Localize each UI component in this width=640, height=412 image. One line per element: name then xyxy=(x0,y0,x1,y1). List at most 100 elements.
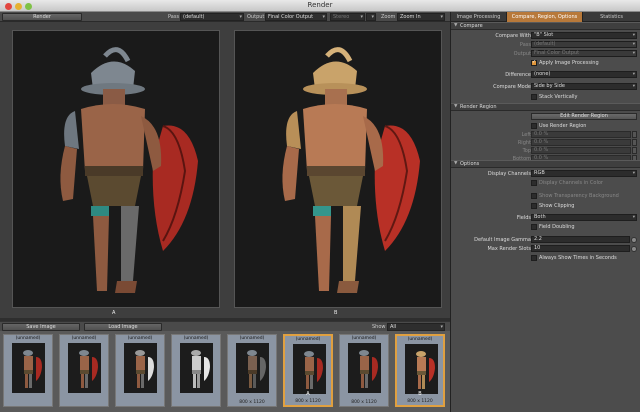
show-clipping-label: Show Clipping xyxy=(539,203,575,209)
slot-resolution: 800 x 1120 xyxy=(351,400,377,405)
render-slot-strip: (unnamed) (unnamed) (unnamed) (unnamed) … xyxy=(0,331,450,412)
stereo-dropdown[interactable]: Stereo ▾ xyxy=(330,13,365,21)
difference-dropdown[interactable]: (none) ▾ xyxy=(531,71,637,78)
compare-pass-dropdown[interactable]: (default) ▾ xyxy=(531,41,637,48)
gamma-label: Default Image Gamma xyxy=(474,237,531,243)
tab-compare-region-options[interactable]: Compare, Region, Options xyxy=(507,12,583,22)
render-slot-5[interactable]: (unnamed) 800 x 1120 xyxy=(227,334,277,407)
show-label: Show xyxy=(372,324,386,330)
render-slot-bar: Save Image Load Image Show All ▾ xyxy=(0,321,450,331)
chevron-down-icon: ▾ xyxy=(322,14,325,20)
region-left-field[interactable]: 0.0 % xyxy=(531,131,631,138)
compare-with-dropdown[interactable]: "B" Slot ▾ xyxy=(531,32,637,39)
stereo-label: Stereo xyxy=(333,14,350,20)
max-slots-field[interactable]: 10 xyxy=(531,245,630,252)
slot-preview xyxy=(293,344,326,394)
slot-preview xyxy=(405,344,438,394)
render-slot-3[interactable]: (unnamed) xyxy=(115,334,165,407)
show-transparency-checkbox[interactable] xyxy=(531,193,537,199)
field-doubling-checkbox[interactable] xyxy=(531,224,537,230)
options-section-header[interactable]: ▼ Options xyxy=(451,160,640,168)
apply-processing-row: Apply Image Processing xyxy=(451,59,640,67)
region-left-label: Left xyxy=(521,132,531,138)
region-left-stepper[interactable] xyxy=(632,131,637,138)
save-image-button[interactable]: Save Image xyxy=(2,323,80,331)
field-doubling-label: Field Doubling xyxy=(539,224,575,230)
render-options-panel: Image Processing Compare, Region, Option… xyxy=(450,12,640,412)
gladiator-render-a xyxy=(13,31,219,307)
render-region-section-header[interactable]: ▼ Render Region xyxy=(451,103,640,111)
frame-a-label: A xyxy=(112,310,116,316)
tab-statistics[interactable]: Statistics xyxy=(583,12,640,22)
region-right-field[interactable]: 0.0 % xyxy=(531,139,631,146)
show-times-checkbox[interactable] xyxy=(531,255,537,261)
slot-preview xyxy=(68,343,101,393)
apply-processing-checkbox[interactable] xyxy=(531,59,537,66)
chevron-down-icon: ▾ xyxy=(360,14,363,20)
region-right-stepper[interactable] xyxy=(632,139,637,146)
render-slot-4[interactable]: (unnamed) xyxy=(171,334,221,407)
slot-name: (unnamed) xyxy=(127,336,153,341)
compare-mode-row: Compare Mode Side by Side ▾ xyxy=(451,83,640,91)
region-top-label: Top xyxy=(522,148,531,154)
show-times-row: Always Show Times in Seconds xyxy=(451,254,640,262)
render-frame-a[interactable] xyxy=(12,30,220,308)
max-slots-label: Max Render Slots xyxy=(487,246,531,252)
gladiator-render-b xyxy=(235,31,441,307)
fields-row: Fields Both ▾ xyxy=(451,214,640,222)
region-top-stepper[interactable] xyxy=(632,147,637,154)
display-channels-label: Display Channels xyxy=(487,171,531,177)
render-slot-2[interactable]: (unnamed) xyxy=(59,334,109,407)
output-dropdown[interactable]: Final Color Output ▾ xyxy=(265,13,327,21)
gamma-slider-handle[interactable] xyxy=(631,237,637,243)
compare-output-row: Output Final Color Output ▾ xyxy=(451,50,640,58)
region-right-row: Right 0.0 % xyxy=(451,139,640,147)
pass-dropdown[interactable]: (default) ▾ xyxy=(180,13,244,21)
stack-vertically-checkbox[interactable] xyxy=(531,94,537,100)
channels-in-color-checkbox[interactable] xyxy=(531,180,537,186)
slot-name: (unnamed) xyxy=(407,337,433,342)
show-dropdown[interactable]: All ▾ xyxy=(387,323,445,331)
compare-output-value: Final Color Output xyxy=(534,50,580,56)
render-slot-6[interactable]: (unnamed) A 800 x 1120 xyxy=(283,334,333,407)
fields-dropdown[interactable]: Both ▾ xyxy=(531,214,637,221)
compare-output-dropdown[interactable]: Final Color Output ▾ xyxy=(531,50,637,57)
display-channels-dropdown[interactable]: RGB ▾ xyxy=(531,170,637,177)
use-render-region-checkbox[interactable] xyxy=(531,123,537,129)
chevron-down-icon: ▾ xyxy=(632,171,635,176)
chevron-down-icon: ▾ xyxy=(632,51,635,56)
edit-render-region-button[interactable]: Edit Render Region xyxy=(531,113,637,120)
compare-with-value: "B" Slot xyxy=(534,32,554,38)
show-clipping-checkbox[interactable] xyxy=(531,203,537,209)
zoom-dropdown[interactable]: Zoom In ▾ xyxy=(397,13,445,21)
stereo-mode-dropdown[interactable]: ▾ xyxy=(366,13,376,21)
output-value: Final Color Output xyxy=(268,14,314,20)
field-doubling-row: Field Doubling xyxy=(451,223,640,231)
channels-in-color-row: Display Channels in Color xyxy=(451,179,640,187)
render-viewport[interactable]: A B xyxy=(0,22,450,318)
compare-section-header[interactable]: ▼ Compare xyxy=(451,22,640,30)
load-image-button[interactable]: Load Image xyxy=(84,323,162,331)
render-slot-8[interactable]: (unnamed) B 800 x 1120 xyxy=(395,334,445,407)
chevron-down-icon: ▾ xyxy=(440,14,443,20)
render-toolbar: Render Pass (default) ▾ Output Final Colo… xyxy=(0,12,450,22)
max-slots-row: Max Render Slots 10 xyxy=(451,245,640,253)
gamma-field[interactable]: 2.2 xyxy=(531,236,630,243)
chevron-down-icon: ▾ xyxy=(632,33,635,38)
render-frame-b[interactable] xyxy=(234,30,442,308)
render-slot-7[interactable]: (unnamed) 800 x 1120 xyxy=(339,334,389,407)
tab-image-processing[interactable]: Image Processing xyxy=(451,12,507,22)
window-title: Render xyxy=(307,1,333,9)
max-slots-slider-handle[interactable] xyxy=(631,246,637,252)
compare-mode-dropdown[interactable]: Side by Side ▾ xyxy=(531,83,637,90)
slot-resolution: 800 x 1120 xyxy=(295,399,321,404)
region-top-field[interactable]: 0.0 % xyxy=(531,147,631,154)
options-header-label: Options xyxy=(460,161,480,167)
slot-preview xyxy=(180,343,213,393)
difference-row: Difference (none) ▾ xyxy=(451,71,640,79)
render-slot-1[interactable]: (unnamed) xyxy=(3,334,53,407)
compare-output-label: Output xyxy=(513,51,531,57)
render-button[interactable]: Render xyxy=(2,13,82,21)
stack-vertically-label: Stack Vertically xyxy=(539,94,578,100)
output-label: Output xyxy=(247,14,265,20)
